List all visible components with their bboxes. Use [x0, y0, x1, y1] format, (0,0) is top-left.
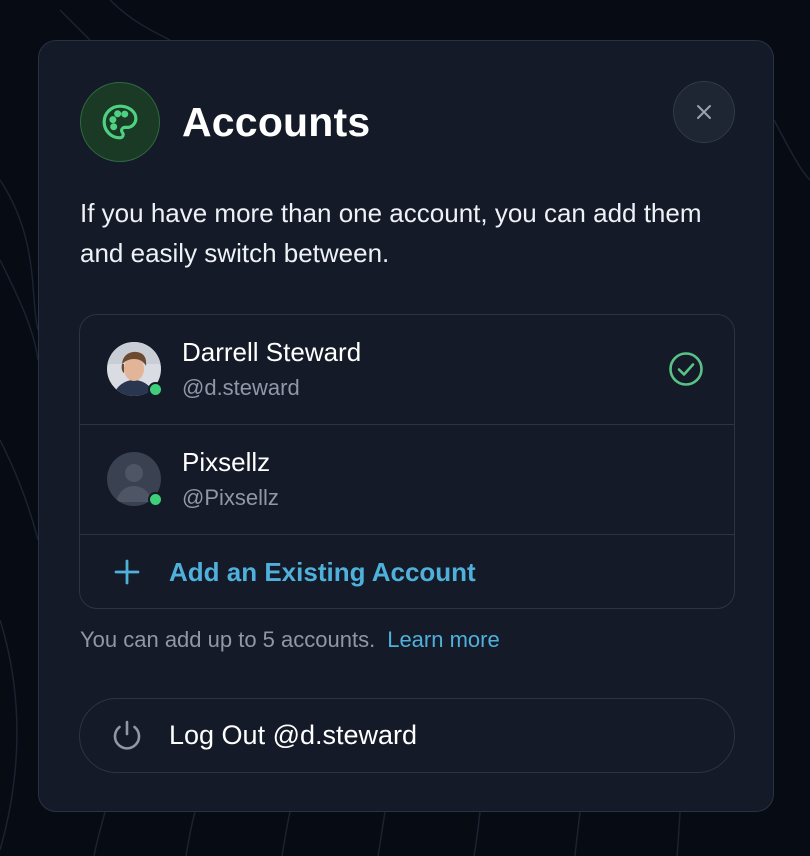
account-item-pixsellz[interactable]: Pixsellz @Pixsellz — [80, 425, 734, 535]
account-item-darrell-steward[interactable]: Darrell Steward @d.steward — [80, 315, 734, 425]
account-name: Darrell Steward — [182, 337, 362, 367]
close-icon — [697, 105, 711, 119]
accounts-dialog: Accounts If you have more than one accou… — [38, 40, 774, 812]
plus-icon — [114, 559, 140, 585]
limit-text: You can add up to 5 accounts. — [80, 627, 376, 652]
account-name: Pixsellz — [182, 447, 271, 477]
learn-more-link[interactable]: Learn more — [387, 627, 500, 652]
power-icon — [113, 720, 141, 750]
logout-label: Log Out @d.steward — [169, 720, 418, 750]
avatar — [107, 342, 163, 397]
add-account-label: Add an Existing Account — [169, 557, 476, 587]
logout-button[interactable]: Log Out @d.steward — [79, 698, 735, 773]
dialog-description: If you have more than one account, you c… — [80, 198, 702, 268]
account-handle: @Pixsellz — [182, 485, 279, 510]
avatar-placeholder — [107, 452, 163, 507]
check-circle-icon — [669, 352, 703, 386]
online-status-dot — [148, 492, 163, 507]
online-status-dot — [148, 382, 163, 397]
add-existing-account-button[interactable]: Add an Existing Account — [80, 535, 734, 608]
account-handle: @d.steward — [182, 375, 300, 400]
palette-icon — [80, 82, 160, 162]
close-button[interactable] — [673, 81, 735, 143]
account-list: Darrell Steward @d.steward Pixsellz @Pix… — [79, 314, 735, 609]
dialog-title: Accounts — [182, 99, 371, 145]
account-limit-note: You can add up to 5 accounts. Learn more — [80, 627, 500, 653]
